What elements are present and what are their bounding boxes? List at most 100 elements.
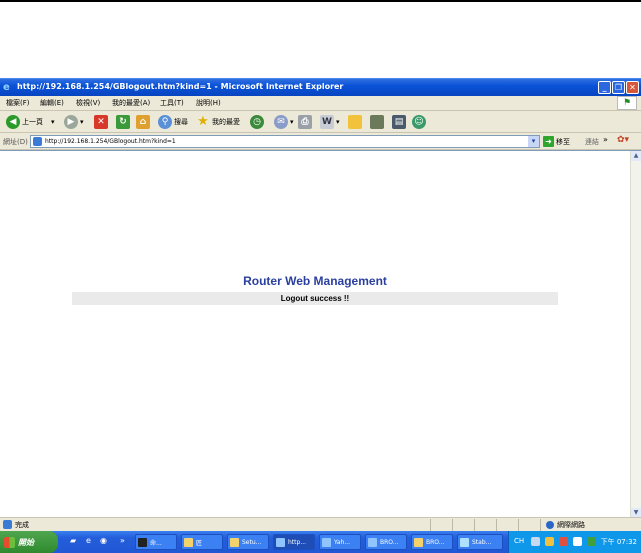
menu-edit[interactable]: 編輯(E)	[40, 98, 64, 108]
start-label: 開始	[18, 537, 34, 547]
address-url[interactable]: http://192.168.1.254/GBlogout.htm?kind=1	[45, 138, 176, 145]
tray-network-icon[interactable]	[587, 537, 596, 546]
taskbar-item-label: Yah...	[334, 538, 351, 546]
edit-dropdown-icon: ▾	[336, 118, 340, 126]
edit-page-icon: W	[320, 115, 334, 129]
history-button[interactable]: ◷	[250, 114, 266, 130]
quick-launch-media-icon[interactable]: ◉	[100, 536, 107, 545]
menu-help[interactable]: 說明(H)	[196, 98, 221, 108]
menu-file[interactable]: 檔案(F)	[6, 98, 30, 108]
page-icon	[33, 137, 42, 146]
taskbar-item-label: Stab...	[472, 538, 492, 546]
stop-button[interactable]: ✕	[94, 114, 110, 130]
forward-arrow-icon: ▶	[64, 115, 78, 129]
history-icon: ◷	[250, 115, 264, 129]
scroll-up-icon[interactable]: ▲	[631, 151, 641, 161]
tray-keyboard-icon[interactable]	[531, 537, 540, 546]
media-button[interactable]: ▤	[392, 114, 408, 130]
back-label: 上一頁	[22, 118, 43, 126]
status-divider	[452, 519, 453, 531]
address-dropdown-icon[interactable]: ▾	[528, 136, 539, 147]
status-divider	[518, 519, 519, 531]
users-icon: ☺	[412, 115, 426, 129]
discuss-button[interactable]	[348, 114, 364, 130]
taskbar-item[interactable]: BRO...	[411, 534, 453, 550]
start-button[interactable]: 開始	[0, 531, 58, 553]
taskbar-item-label: 命...	[150, 539, 162, 547]
tray-volume-icon[interactable]	[573, 537, 582, 546]
media-icon: ▤	[392, 115, 406, 129]
mail-button[interactable]: ✉ ▾	[274, 114, 294, 130]
go-label: 移至	[556, 137, 570, 146]
address-bar: 網址(D) http://192.168.1.254/GBlogout.htm?…	[0, 133, 641, 150]
messenger-button[interactable]	[370, 114, 386, 130]
go-button[interactable]: ➜ 移至	[543, 136, 570, 147]
print-button[interactable]: ⎙	[298, 114, 314, 130]
menu-favorites[interactable]: 我的最愛(A)	[112, 98, 150, 108]
mail-dropdown-icon: ▾	[290, 118, 294, 126]
favorites-button[interactable]: ★ 我的最愛	[196, 114, 240, 130]
search-button[interactable]: ⚲ 搜尋	[158, 114, 188, 130]
taskbar-item[interactable]: 匠	[181, 534, 223, 550]
page-viewport: Router Web Management Logout success !! …	[0, 150, 641, 518]
page-heading: Router Web Management	[243, 274, 387, 288]
address-input[interactable]: http://192.168.1.254/GBlogout.htm?kind=1…	[30, 135, 540, 148]
refresh-icon: ↻	[116, 115, 130, 129]
system-tray: CH 下午 07:32	[508, 531, 641, 553]
taskbar-item-label: http...	[288, 538, 307, 546]
taskbar-item[interactable]: BRO...	[365, 534, 407, 550]
taskbar-item-active[interactable]: http...	[273, 534, 315, 550]
quick-launch-more-icon[interactable]: »	[120, 536, 125, 545]
status-bar: 完成 網際網路	[0, 517, 641, 531]
edit-button[interactable]: W ▾	[320, 114, 340, 130]
research-icon	[370, 115, 384, 129]
forward-button[interactable]: ▶ ▾	[64, 114, 84, 130]
security-zone: 網際網路	[557, 521, 585, 529]
mail-icon: ✉	[274, 115, 288, 129]
status-divider	[496, 519, 497, 531]
quick-launch-ie-icon[interactable]: e	[86, 536, 91, 545]
home-button[interactable]: ⌂	[136, 114, 152, 130]
taskbar-item[interactable]: 命...	[135, 534, 177, 550]
taskbar-item-label: BRO...	[380, 538, 399, 546]
folder-icon	[348, 115, 362, 129]
taskbar-item[interactable]: Setu...	[227, 534, 269, 550]
tray-app-icon[interactable]	[545, 537, 554, 546]
taskbar: 開始 ▰ e ◉ » 命... 匠 Setu... http... Yah...…	[0, 531, 641, 553]
taskbar-item-label: 匠	[196, 539, 203, 547]
window-title: http://192.168.1.254/GBlogout.htm?kind=1…	[17, 82, 344, 91]
vertical-scrollbar[interactable]: ▲ ▼	[630, 151, 641, 518]
contacts-button[interactable]: ☺	[412, 114, 428, 130]
taskbar-item[interactable]: Yah...	[319, 534, 361, 550]
search-label: 搜尋	[174, 118, 188, 126]
home-icon: ⌂	[136, 115, 150, 129]
taskbar-item[interactable]: Stab...	[457, 534, 503, 550]
go-arrow-icon: ➜	[543, 136, 554, 147]
status-divider	[430, 519, 431, 531]
taskbar-item-label: Setu...	[242, 538, 262, 546]
minimize-button[interactable]: _	[598, 81, 611, 94]
menu-tools[interactable]: 工具(T)	[160, 98, 184, 108]
menu-view[interactable]: 檢視(V)	[76, 98, 100, 108]
taskbar-item-label: BRO...	[426, 538, 445, 546]
tray-alert-icon[interactable]	[559, 537, 568, 546]
refresh-button[interactable]: ↻	[116, 114, 132, 130]
back-button[interactable]: ◀ 上一頁 ▾	[6, 114, 55, 130]
windows-flag-icon: ⚑	[617, 96, 637, 110]
maximize-button[interactable]: ❐	[612, 81, 625, 94]
top-rule	[0, 0, 641, 2]
quick-launch-folder-icon[interactable]: ▰	[70, 536, 76, 545]
links-more-button[interactable]: »	[603, 135, 608, 144]
clock[interactable]: 下午 07:32	[601, 537, 637, 547]
links-button[interactable]: 連結	[585, 137, 599, 147]
page-done-icon	[3, 520, 12, 529]
status-divider	[540, 519, 541, 531]
language-indicator[interactable]: CH	[514, 537, 524, 545]
star-icon: ★	[197, 114, 209, 129]
close-button[interactable]: ✕	[626, 81, 639, 94]
title-bar[interactable]: e http://192.168.1.254/GBlogout.htm?kind…	[0, 78, 641, 96]
favorites-label: 我的最愛	[212, 118, 240, 126]
print-icon: ⎙	[298, 115, 312, 129]
standard-toolbar: ◀ 上一頁 ▾ ▶ ▾ ✕ ↻ ⌂ ⚲ 搜尋 ★ 我的最愛 ◷ ✉ ▾ ⎙ W …	[0, 111, 641, 133]
toolbar-extension-icon[interactable]: ✿▾	[617, 135, 629, 145]
